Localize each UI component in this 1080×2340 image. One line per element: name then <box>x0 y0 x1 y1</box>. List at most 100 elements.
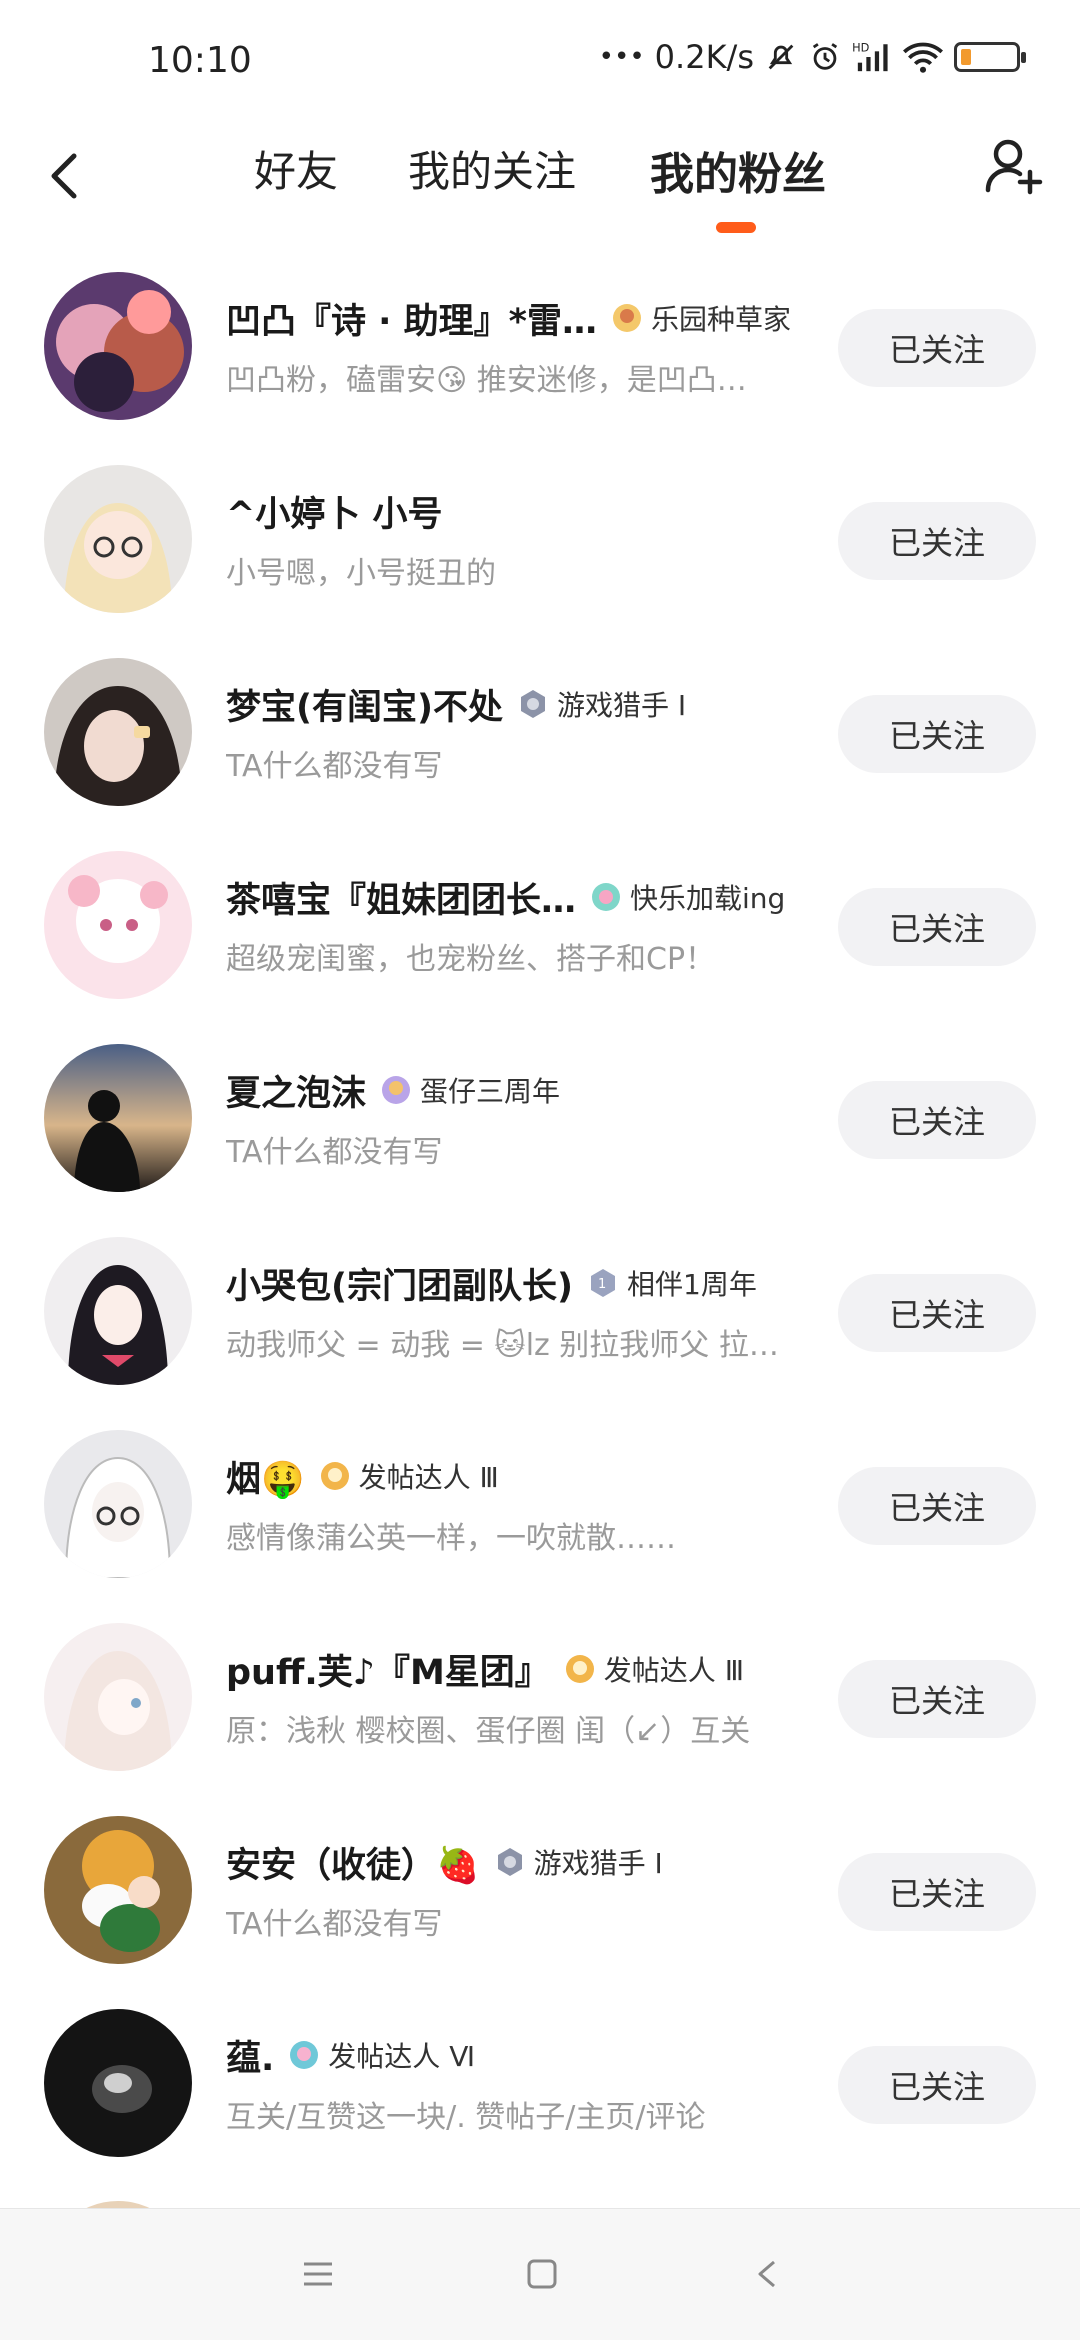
name-line: 梦宝(有闺宝)不处 游戏猎手 Ⅰ <box>226 679 686 729</box>
medal-label: 发帖达人 Ⅵ <box>328 2040 476 2073</box>
medal-label: 相伴1周年 <box>627 1268 757 1301</box>
fan-row[interactable]: 凹凸『诗 · 助理』*雷… 乐园种草家 凹凸粉，磕雷安😘 推安迷修，是凹凸… 已… <box>0 255 1080 448</box>
fan-nickname: 蕴. <box>226 2038 275 2079</box>
fan-bio: 超级宠闺蜜，也宠粉丝、搭子和CP！ <box>226 942 716 977</box>
fan-bio: 动我师父 = 动我 = 🐱lz 别拉我师父 拉… <box>226 1328 779 1363</box>
medal-badge: 游戏猎手 Ⅰ <box>517 684 686 724</box>
status-bar: 10:10 ••• 0.2K/s HD <box>0 0 1080 120</box>
followed-button[interactable]: 已关注 <box>838 1467 1036 1545</box>
signal-hd-icon: HD <box>852 40 892 74</box>
avatar[interactable] <box>44 658 192 806</box>
name-line: 蕴. 发帖达人 Ⅵ <box>226 2030 475 2080</box>
name-line: 安安（收徒）🍓 游戏猎手 Ⅰ <box>226 1837 663 1887</box>
avatar[interactable] <box>44 2009 192 2157</box>
medal-badge: 乐园种草家 <box>611 298 791 338</box>
fan-row[interactable]: 茶嘻宝『姐妹团团长… 快乐加载ing 超级宠闺蜜，也宠粉丝、搭子和CP！ 已关注 <box>0 834 1080 1027</box>
followed-button[interactable]: 已关注 <box>838 695 1036 773</box>
medal-icon <box>320 1462 349 1490</box>
medal-icon <box>290 2041 319 2069</box>
svg-text:HD: HD <box>852 40 870 54</box>
fan-nickname: 茶嘻宝『姐妹团团长… <box>226 880 577 921</box>
medal-icon <box>382 1076 411 1104</box>
back-triangle-icon <box>758 2260 775 2288</box>
alarm-icon <box>808 40 842 74</box>
name-line: 小哭包(宗门团副队长) 1 相伴1周年 <box>226 1258 757 1308</box>
menu-button[interactable] <box>298 2254 338 2294</box>
followed-button[interactable]: 已关注 <box>838 888 1036 966</box>
fan-row[interactable]: 夏之泡沫 蛋仔三周年 TA什么都没有写 已关注 <box>0 1027 1080 1220</box>
status-icons: ••• 0.2K/s HD <box>599 38 1026 76</box>
svg-text:1: 1 <box>598 1277 606 1292</box>
avatar[interactable] <box>44 272 192 420</box>
followed-button[interactable]: 已关注 <box>838 502 1036 580</box>
wifi-icon <box>902 40 944 74</box>
followed-button[interactable]: 已关注 <box>838 1081 1036 1159</box>
fan-row[interactable]: ^小婷卜 小号 小号嗯，小号挺丑的 已关注 <box>0 448 1080 641</box>
header: 好友 我的关注 我的粉丝 <box>0 120 1080 240</box>
add-user-icon <box>985 139 1043 195</box>
medal-label: 蛋仔三周年 <box>420 1075 561 1108</box>
medal-badge: 发帖达人 Ⅲ <box>564 1649 744 1689</box>
tab-fans[interactable]: 我的粉丝 <box>650 138 826 202</box>
medal-label: 发帖达人 Ⅲ <box>603 1654 745 1687</box>
system-nav-bar <box>0 2208 1080 2340</box>
fan-bio: TA什么都没有写 <box>226 1907 443 1942</box>
avatar[interactable] <box>44 1044 192 1192</box>
home-button[interactable] <box>522 2254 562 2294</box>
fan-row[interactable]: 烟🤑 发帖达人 Ⅲ 感情像蒲公英一样，一吹就散…… 已关注 <box>0 1413 1080 1606</box>
fan-bio: 凹凸粉，磕雷安😘 推安迷修，是凹凸… <box>226 363 747 398</box>
fan-bio: TA什么都没有写 <box>226 749 443 784</box>
medal-label: 游戏猎手 Ⅰ <box>557 689 687 722</box>
fan-nickname: 小哭包(宗门团副队长) <box>226 1266 573 1307</box>
medal-icon <box>521 690 545 718</box>
tab-following[interactable]: 我的关注 <box>408 138 576 199</box>
fan-nickname: puff.芙♪『M星团』 <box>226 1652 550 1693</box>
medal-badge: 发帖达人 Ⅵ <box>288 2035 475 2075</box>
medal-icon <box>565 1655 594 1683</box>
medal-badge: 游戏猎手 Ⅰ <box>494 1842 663 1882</box>
fan-bio: 原：浅秋 樱校圈、蛋仔圈 闺（↙）互关 <box>226 1714 751 1749</box>
fan-row[interactable]: 安安（收徒）🍓 游戏猎手 Ⅰ TA什么都没有写 已关注 <box>0 1799 1080 1992</box>
name-line: puff.芙♪『M星团』 发帖达人 Ⅲ <box>226 1644 744 1694</box>
avatar[interactable] <box>44 1816 192 1964</box>
avatar[interactable] <box>44 1430 192 1578</box>
home-square-icon <box>527 2259 557 2289</box>
fan-row[interactable]: 小哭包(宗门团副队长) 1 相伴1周年 动我师父 = 动我 = 🐱lz 别拉我师… <box>0 1220 1080 1413</box>
tab-friends[interactable]: 好友 <box>254 138 338 199</box>
active-tab-indicator <box>716 222 756 233</box>
avatar[interactable] <box>44 851 192 999</box>
fan-bio: TA什么都没有写 <box>226 1135 443 1170</box>
fan-nickname: 梦宝(有闺宝)不处 <box>226 687 503 728</box>
medal-label: 游戏猎手 Ⅰ <box>533 1847 663 1880</box>
avatar[interactable] <box>44 465 192 613</box>
avatar[interactable] <box>44 1623 192 1771</box>
medal-icon <box>497 1848 522 1876</box>
medal-label: 乐园种草家 <box>650 303 791 336</box>
name-line: 凹凸『诗 · 助理』*雷… 乐园种草家 <box>226 293 791 343</box>
followed-button[interactable]: 已关注 <box>838 1853 1036 1931</box>
back-button[interactable] <box>40 140 90 210</box>
chevron-left-icon <box>51 153 77 199</box>
fan-bio: 感情像蒲公英一样，一吹就散…… <box>226 1521 676 1556</box>
name-line: 茶嘻宝『姐妹团团长… 快乐加载ing <box>226 872 785 922</box>
system-back-button[interactable] <box>748 2254 788 2294</box>
medal-badge: 蛋仔三周年 <box>380 1070 560 1110</box>
medal-icon: 1 <box>591 1269 615 1297</box>
followed-button[interactable]: 已关注 <box>838 1660 1036 1738</box>
fan-nickname: 凹凸『诗 · 助理』*雷… <box>226 301 597 342</box>
fan-row[interactable]: 蕴. 发帖达人 Ⅵ 互关/互赞这一块/. 赞帖子/主页/评论 已关注 <box>0 1992 1080 2185</box>
status-time: 10:10 <box>148 40 252 81</box>
followed-button[interactable]: 已关注 <box>838 2046 1036 2124</box>
fan-nickname: ^小婷卜 小号 <box>226 494 443 535</box>
add-friend-button[interactable] <box>982 134 1046 198</box>
followed-button[interactable]: 已关注 <box>838 309 1036 387</box>
name-line: 夏之泡沫 蛋仔三周年 <box>226 1065 560 1115</box>
fan-row-partial <box>0 2185 1080 2209</box>
medal-badge: 快乐加载ing <box>590 877 785 917</box>
fan-row[interactable]: 梦宝(有闺宝)不处 游戏猎手 Ⅰ TA什么都没有写 已关注 <box>0 641 1080 834</box>
fan-row[interactable]: puff.芙♪『M星团』 发帖达人 Ⅲ 原：浅秋 樱校圈、蛋仔圈 闺（↙）互关 … <box>0 1606 1080 1799</box>
avatar[interactable] <box>44 1237 192 1385</box>
followed-button[interactable]: 已关注 <box>838 1274 1036 1352</box>
name-line: 烟🤑 发帖达人 Ⅲ <box>226 1451 499 1501</box>
mute-icon <box>764 40 798 74</box>
